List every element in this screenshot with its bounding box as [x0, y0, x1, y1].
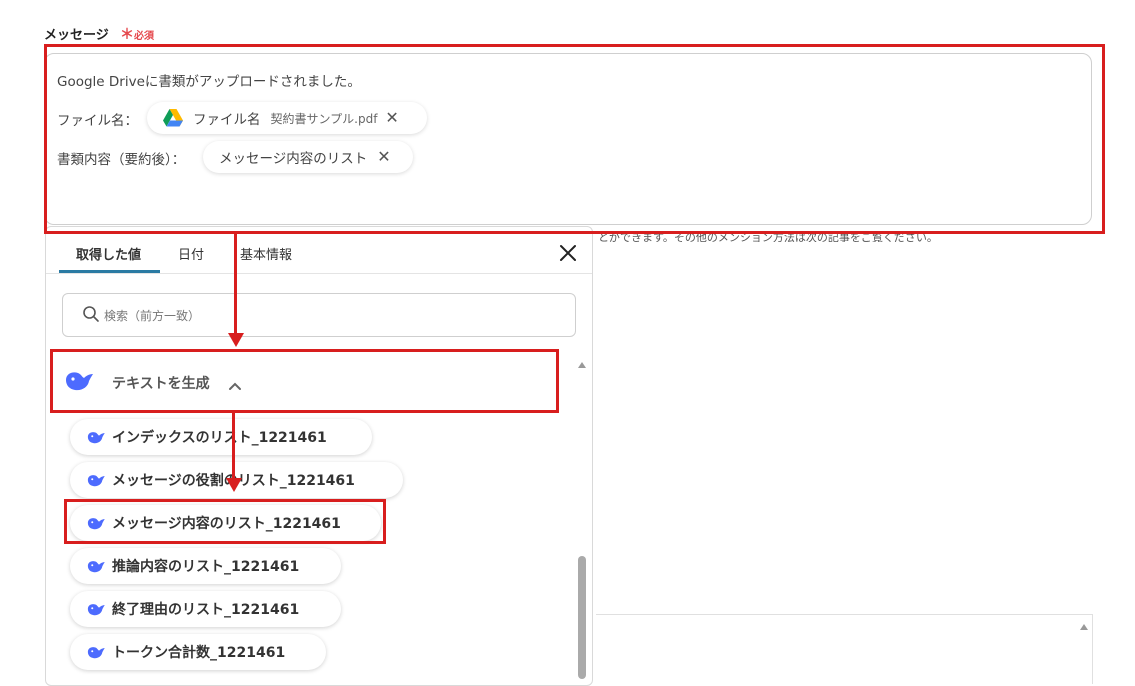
item-label: 終了理由のリスト_1221461	[112, 602, 300, 618]
list-item[interactable]: 終了理由のリスト_1221461	[70, 591, 341, 627]
annotation-arrow-line	[234, 234, 237, 334]
item-label: インデックスのリスト_1221461	[112, 430, 327, 446]
tabs-divider	[46, 273, 592, 274]
list-item[interactable]: インデックスのリスト_1221461	[70, 419, 372, 455]
item-label: トークン合計数_1221461	[112, 645, 286, 661]
tab-date[interactable]: 日付	[178, 244, 204, 263]
scrollbar-thumb[interactable]	[578, 556, 586, 679]
deepseek-whale-icon	[87, 560, 105, 572]
required-label: 必須	[134, 31, 154, 42]
close-icon[interactable]	[557, 242, 579, 264]
list-item[interactable]: 推論内容のリスト_1221461	[70, 548, 341, 584]
deepseek-whale-icon	[87, 646, 105, 658]
background-field	[596, 614, 1093, 684]
highlight-group-header	[50, 349, 559, 413]
search-icon	[82, 305, 100, 323]
search-placeholder: 検索（前方一致）	[104, 309, 201, 323]
scroll-up-arrow-icon[interactable]	[578, 362, 586, 368]
item-label: 推論内容のリスト_1221461	[112, 559, 300, 575]
list-item[interactable]: トークン合計数_1221461	[70, 634, 326, 670]
deepseek-whale-icon	[87, 474, 105, 486]
field-label: メッセージ	[44, 28, 109, 43]
tab-acquired-values[interactable]: 取得した値	[76, 244, 141, 263]
highlight-selected-item	[64, 499, 386, 544]
tab-basic-info[interactable]: 基本情報	[240, 244, 292, 263]
annotation-arrow-head	[228, 333, 244, 347]
active-tab-indicator	[59, 270, 160, 273]
annotation-arrow-head	[226, 478, 242, 492]
annotation-arrow-line	[232, 413, 235, 479]
deepseek-whale-icon	[87, 603, 105, 615]
required-asterisk: ＊	[120, 27, 134, 43]
highlight-message-field	[44, 44, 1105, 234]
deepseek-whale-icon	[87, 431, 105, 443]
scroll-up-arrow-icon[interactable]	[1080, 624, 1088, 630]
